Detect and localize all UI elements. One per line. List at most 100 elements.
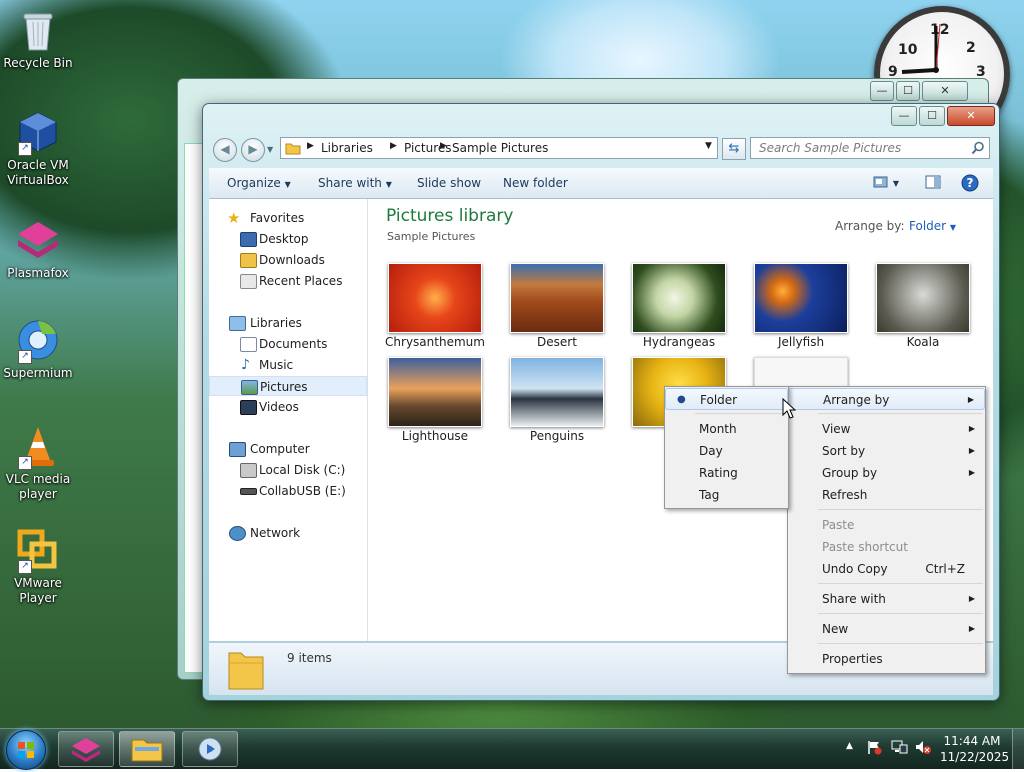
shortcut-arrow-icon: ↗	[18, 142, 32, 156]
forward-button[interactable]: ▶	[241, 138, 265, 162]
file-name[interactable]: Chrysanthemum	[375, 335, 495, 349]
usb-drive-icon	[240, 488, 257, 495]
taskbar-explorer-button[interactable]	[119, 731, 175, 767]
volume-muted-icon[interactable]	[914, 739, 932, 758]
submenu-item-day[interactable]: Day	[665, 440, 788, 462]
help-button[interactable]: ?	[961, 174, 979, 195]
nav-network[interactable]: Network	[209, 523, 367, 543]
desktop-icon-vmware[interactable]: ↗ VMware Player	[0, 528, 76, 606]
vmware-player-icon: ↗	[16, 528, 60, 574]
nav-documents[interactable]: Documents	[209, 334, 367, 354]
address-dropdown-icon[interactable]: ▼	[705, 141, 712, 151]
menu-label: Day	[699, 444, 723, 458]
nav-desktop[interactable]: Desktop	[209, 229, 367, 249]
nav-computer[interactable]: Computer	[209, 439, 367, 459]
refresh-button[interactable]: ⇆	[722, 138, 746, 160]
file-thumbnail-hydrangeas[interactable]	[632, 263, 726, 333]
share-with-button[interactable]: Share with ▼	[318, 176, 392, 190]
maximize-button[interactable]: ☐	[919, 106, 945, 126]
media-player-icon	[198, 737, 222, 761]
navigation-pane: ★ Favorites Desktop Downloads Recent Pla…	[209, 199, 368, 641]
show-desktop-button[interactable]	[1012, 729, 1024, 769]
menu-label: Refresh	[822, 488, 868, 502]
menu-item-view[interactable]: View ▶	[788, 418, 985, 440]
file-name[interactable]: Jellyfish	[741, 335, 861, 349]
file-thumbnail-desert[interactable]	[510, 263, 604, 333]
file-name[interactable]: Hydrangeas	[619, 335, 739, 349]
breadcrumb-libraries[interactable]: Libraries	[321, 141, 373, 155]
file-thumbnail-chrysanthemum[interactable]	[388, 263, 482, 333]
explorer-folder-icon	[131, 739, 163, 762]
menu-item-properties[interactable]: Properties	[788, 648, 985, 670]
file-thumbnail-jellyfish[interactable]	[754, 263, 848, 333]
address-bar[interactable]: ▶ Libraries ▶ Pictures ▶ Sample Pictures…	[280, 137, 718, 159]
nav-videos[interactable]: Videos	[209, 397, 367, 417]
taskbar-plasmafox-button[interactable]	[58, 731, 114, 767]
close-button[interactable]: ✕	[947, 106, 995, 126]
breadcrumb-sample-pictures[interactable]: Sample Pictures	[452, 141, 548, 155]
desktop-icon-label: VMware Player	[14, 576, 62, 605]
action-center-flag-icon[interactable]	[866, 739, 882, 758]
submenu-item-rating[interactable]: Rating	[665, 462, 788, 484]
nav-local-disk[interactable]: Local Disk (C:)	[209, 460, 367, 480]
submenu-item-month[interactable]: Month	[665, 418, 788, 440]
desktop-icon-recycle-bin[interactable]: Recycle Bin	[0, 8, 76, 71]
close-button[interactable]: ✕	[922, 81, 968, 101]
file-thumbnail-lighthouse[interactable]	[388, 357, 482, 427]
nav-pictures[interactable]: Pictures	[209, 376, 367, 396]
change-view-button[interactable]: ▼	[873, 175, 899, 192]
menu-separator	[818, 583, 983, 584]
menu-item-sort-by[interactable]: Sort by ▶	[788, 440, 985, 462]
menu-label: Group by	[822, 466, 878, 480]
nav-favorites[interactable]: ★ Favorites	[209, 208, 367, 228]
desktop-icon-virtualbox[interactable]: ↗ Oracle VM VirtualBox	[0, 110, 76, 188]
new-folder-button[interactable]: New folder	[503, 176, 568, 190]
search-icon[interactable]	[971, 141, 985, 155]
menu-item-refresh[interactable]: Refresh	[788, 484, 985, 506]
nav-libraries[interactable]: Libraries	[209, 313, 367, 333]
nav-music[interactable]: ♪ Music	[209, 355, 367, 375]
submenu-item-tag[interactable]: Tag	[665, 484, 788, 506]
taskbar-media-player-button[interactable]	[182, 731, 238, 767]
menu-item-new[interactable]: New ▶	[788, 618, 985, 640]
maximize-button[interactable]: ☐	[896, 81, 920, 101]
preview-pane-button[interactable]	[925, 175, 941, 192]
file-name[interactable]: Penguins	[497, 429, 617, 443]
desktop-icon-label: Recycle Bin	[3, 56, 73, 70]
desktop-icon-vlc[interactable]: ↗ VLC media player	[0, 424, 76, 502]
nav-downloads[interactable]: Downloads	[209, 250, 367, 270]
organize-button[interactable]: Organize ▼	[227, 176, 291, 190]
network-status-icon[interactable]	[890, 739, 908, 758]
menu-label: View	[822, 422, 851, 436]
menu-item-share-with[interactable]: Share with ▶	[788, 588, 985, 610]
start-button[interactable]	[6, 730, 46, 770]
svg-text:?: ?	[967, 176, 974, 190]
menu-item-undo-copy[interactable]: Undo Copy Ctrl+Z	[788, 558, 985, 580]
file-name[interactable]: Koala	[863, 335, 983, 349]
file-name[interactable]: Desert	[497, 335, 617, 349]
desktop-icon-supermium[interactable]: ↗ Supermium	[0, 318, 76, 381]
arrange-by-dropdown[interactable]: Folder ▼	[909, 219, 956, 233]
recent-pages-chevron-icon[interactable]: ▼	[267, 145, 273, 154]
view-icon	[873, 176, 888, 188]
menu-item-arrange-by[interactable]: Arrange by ▶	[788, 388, 985, 410]
minimize-button[interactable]: —	[891, 106, 917, 126]
minimize-button[interactable]: —	[870, 81, 894, 101]
show-hidden-icons-button[interactable]: ▲	[846, 741, 853, 751]
file-thumbnail-koala[interactable]	[876, 263, 970, 333]
slide-show-button[interactable]: Slide show	[417, 176, 481, 190]
menu-label: Rating	[699, 466, 738, 480]
desktop-icon-plasmafox[interactable]: Plasmafox	[0, 218, 76, 281]
menu-item-group-by[interactable]: Group by ▶	[788, 462, 985, 484]
back-button[interactable]: ◀	[213, 138, 237, 162]
nav-collabusb[interactable]: CollabUSB (E:)	[209, 481, 367, 501]
file-name[interactable]: Lighthouse	[375, 429, 495, 443]
file-thumbnail-penguins[interactable]	[510, 357, 604, 427]
music-note-icon: ♪	[241, 357, 250, 373]
search-box[interactable]: Search Sample Pictures	[750, 137, 990, 159]
system-clock[interactable]: 11:44 AM 11/22/2025	[940, 733, 1009, 765]
nav-recent-places[interactable]: Recent Places	[209, 271, 367, 291]
preview-pane-icon	[925, 175, 941, 189]
menu-separator	[695, 413, 786, 414]
submenu-item-folder[interactable]: ● Folder	[665, 388, 788, 410]
